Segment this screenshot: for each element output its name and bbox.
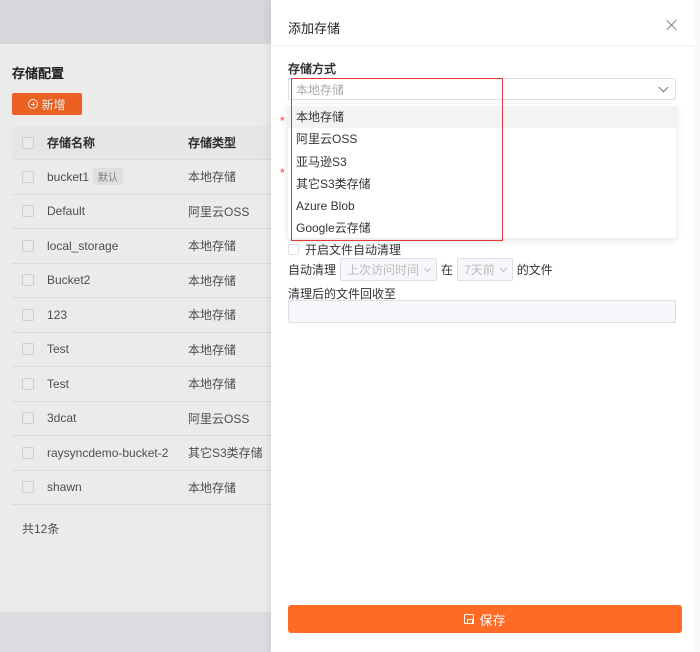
dropdown-option[interactable]: 阿里云OSS	[288, 128, 676, 150]
auto-clean-toggle-row[interactable]: 开启文件自动清理	[288, 241, 401, 258]
drawer-title: 添加存储	[288, 21, 341, 36]
chevron-down-icon	[499, 264, 507, 272]
dropdown-option[interactable]: Azure Blob	[288, 195, 676, 217]
clean-basis-value: 上次访问时间	[347, 263, 420, 277]
chevron-down-icon	[658, 82, 669, 93]
drawer-header: 添加存储	[271, 0, 700, 46]
dropdown-option[interactable]: 本地存储	[288, 106, 676, 129]
dropdown-option[interactable]: 亚马逊S3	[288, 151, 676, 173]
auto-clean-in: 在	[441, 263, 454, 277]
clean-period-value: 7天前	[464, 263, 495, 277]
clean-period-select[interactable]: 7天前	[457, 258, 513, 281]
auto-clean-toggle-label: 开启文件自动清理	[305, 243, 402, 257]
close-icon[interactable]	[665, 18, 679, 32]
auto-clean-rule: 自动清理 上次访问时间 在 7天前 的文件	[288, 258, 553, 281]
save-button[interactable]: 保存	[288, 605, 682, 633]
save-icon	[464, 614, 475, 624]
storage-method-value: 本地存储	[296, 82, 345, 97]
clean-basis-select[interactable]: 上次访问时间	[340, 258, 438, 281]
storage-method-label: 存储方式	[288, 62, 337, 76]
scrollbar[interactable]	[695, 0, 700, 652]
auto-clean-prefix: 自动清理	[288, 263, 337, 277]
chevron-down-icon	[423, 264, 432, 272]
required-mark: *	[280, 114, 285, 128]
dropdown-option[interactable]: 其它S3类存储	[288, 173, 676, 195]
add-storage-drawer: 添加存储 存储方式 本地存储 * * 开启文件自动清理 自动清理 上次访问时间 …	[271, 0, 700, 652]
save-button-label: 保存	[479, 612, 506, 628]
required-mark: *	[280, 166, 285, 180]
drawer-mask[interactable]	[0, 0, 271, 652]
storage-method-dropdown: 本地存储 阿里云OSS 亚马逊S3 其它S3类存储 Azure Blob Google云存…	[288, 104, 676, 238]
auto-clean-suffix: 的文件	[516, 263, 553, 277]
dropdown-option[interactable]: Google云存储	[288, 217, 676, 239]
storage-method-select[interactable]: 本地存储	[288, 78, 676, 100]
auto-clean-checkbox[interactable]	[288, 244, 299, 255]
recycle-target-input[interactable]	[288, 300, 676, 323]
